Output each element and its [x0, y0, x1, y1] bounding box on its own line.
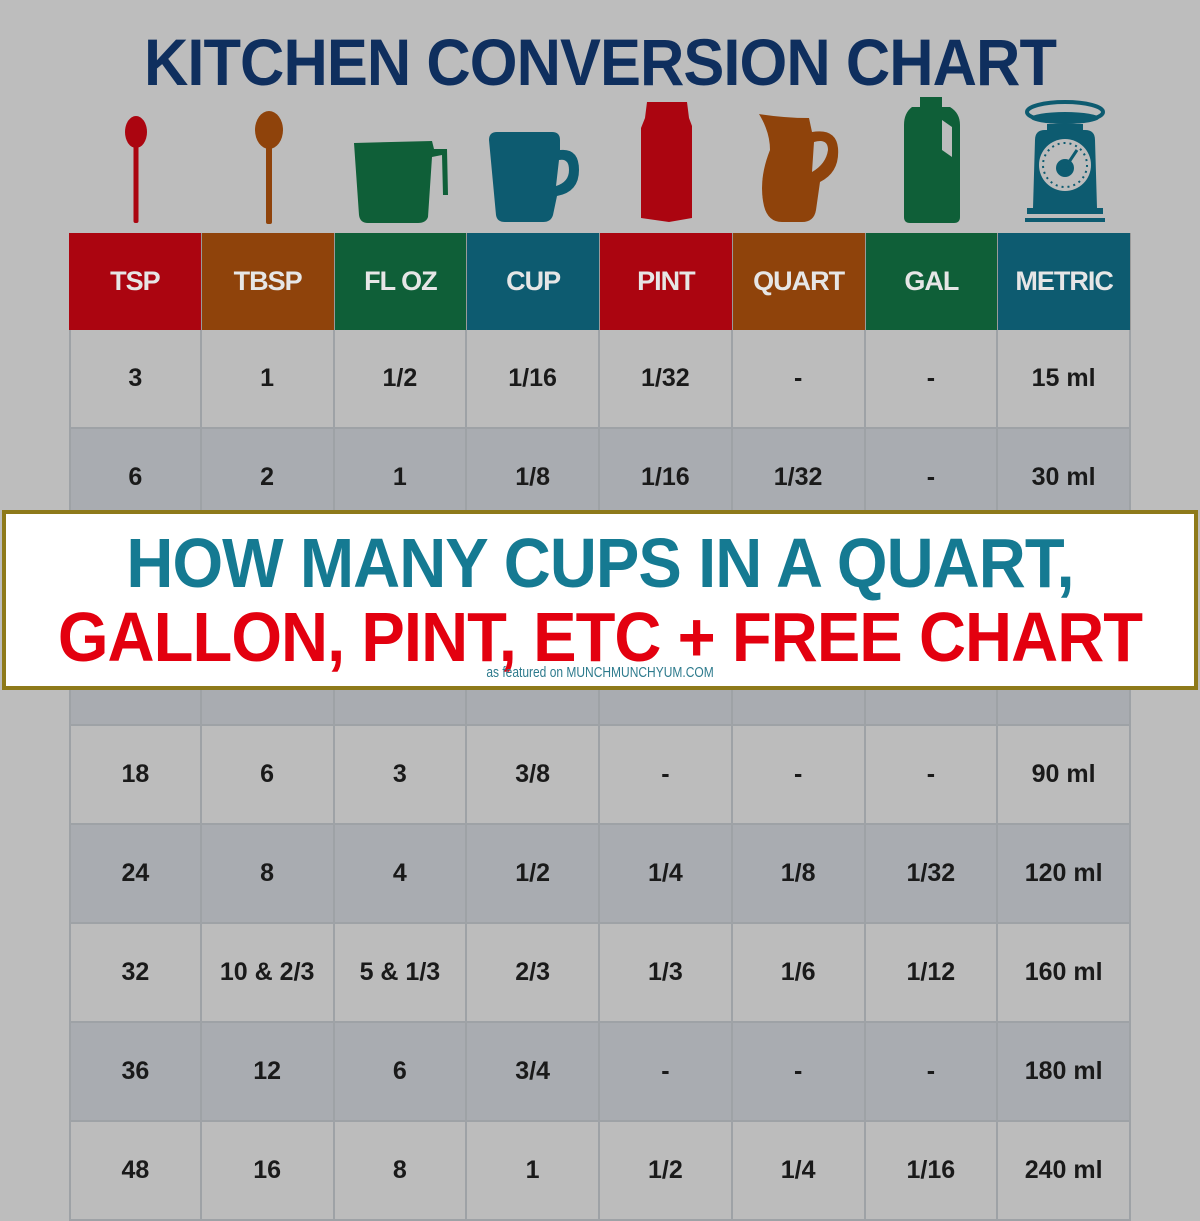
table-row: 48 16 8 1 1/2 1/4 1/16 240 ml [69, 1122, 1131, 1221]
table-cell: 1/32 [865, 825, 999, 924]
title-banner: HOW MANY CUPS IN A QUART, GALLON, PINT, … [2, 510, 1198, 690]
table-cell: - [600, 1023, 733, 1122]
teaspoon-icon [121, 115, 151, 225]
column-header: FL OZ [334, 233, 468, 330]
table-cell: 1/2 [600, 1122, 733, 1221]
table-cell: 1/4 [732, 1122, 866, 1221]
table-cell: 1/2 [334, 330, 468, 429]
table-cell: 1 [467, 1122, 600, 1221]
chart-title: KITCHEN CONVERSION CHART [143, 25, 1057, 99]
table-cell: - [865, 1023, 999, 1122]
banner-headline-line1: HOW MANY CUPS IN A QUART, [126, 524, 1074, 602]
table-cell: 32 [69, 924, 202, 1023]
table-cell: 1/3 [600, 924, 733, 1023]
column-header: GAL [865, 233, 999, 330]
table-cell: 120 ml [998, 825, 1131, 924]
table-cell: - [865, 726, 999, 825]
table-cell: 1/32 [600, 330, 733, 429]
conversion-table: TSP TBSP FL OZ CUP PINT QUART GAL METRIC 3 1 1/2 1… [69, 233, 1131, 1221]
table-cell: 8 [334, 1122, 468, 1221]
column-header: CUP [467, 233, 600, 330]
table-cell: - [600, 726, 733, 825]
table-cell: 48 [69, 1122, 202, 1221]
measuring-cup-icon [352, 135, 452, 225]
table-cell: - [732, 1023, 866, 1122]
table-cell: 10 & 2/3 [201, 924, 335, 1023]
table-row: 3 1 1/2 1/16 1/32- -15 ml [69, 330, 1131, 429]
table-cell: 5 & 1/3 [334, 924, 468, 1023]
table-cell: 240 ml [998, 1122, 1131, 1221]
table-cell: - [732, 330, 866, 429]
table-cell: 90 ml [998, 726, 1131, 825]
mug-icon [487, 130, 582, 225]
table-row: 18 6 3 3/8- - -90 ml [69, 726, 1131, 825]
table-cell: 1/16 [865, 1122, 999, 1221]
table-cell: 12 [201, 1023, 335, 1122]
jug-icon [902, 95, 962, 225]
kitchen-scale-icon [1025, 100, 1105, 225]
table-cell: - [865, 330, 999, 429]
column-header: TSP [69, 233, 202, 330]
tablespoon-icon [252, 110, 286, 225]
table-cell: 6 [201, 726, 335, 825]
table-cell: - [732, 726, 866, 825]
table-body: 3 1 1/2 1/16 1/32- -15 ml 6 2 1 1/8 1/16 1/32-30 ml… [69, 330, 1131, 1221]
table-cell: 1/8 [732, 825, 866, 924]
table-header-row: TSP TBSP FL OZ CUP PINT QUART GAL METRIC [69, 233, 1131, 330]
column-header: QUART [732, 233, 866, 330]
table-cell: 4 [334, 825, 468, 924]
table-cell: 1/4 [600, 825, 733, 924]
table-cell: 2/3 [467, 924, 600, 1023]
table-row: 24 8 4 1/2 1/4 1/8 1/32 120 ml [69, 825, 1131, 924]
table-cell: 16 [201, 1122, 335, 1221]
table-cell: 18 [69, 726, 202, 825]
table-row: 32 10 & 2/3 5 & 1/3 2/3 1/3 1/6 1/12 160 ml [69, 924, 1131, 1023]
banner-credit: as featured on MUNCHMUNCHYUM.COM [486, 664, 714, 681]
table-cell: 3/8 [467, 726, 600, 825]
column-header: METRIC [998, 233, 1131, 330]
table-cell: 8 [201, 825, 335, 924]
table-cell: 3 [69, 330, 202, 429]
table-cell: 1/2 [467, 825, 600, 924]
table-cell: 24 [69, 825, 202, 924]
pitcher-icon [754, 110, 844, 225]
table-cell: 160 ml [998, 924, 1131, 1023]
table-cell: 36 [69, 1023, 202, 1122]
table-cell: 180 ml [998, 1023, 1131, 1122]
table-cell: 15 ml [998, 330, 1131, 429]
table-cell: 6 [334, 1023, 468, 1122]
milk-carton-icon [639, 100, 694, 225]
table-row: 36 12 6 3/4- - -180 ml [69, 1023, 1131, 1122]
table-cell: 3/4 [467, 1023, 600, 1122]
column-header: PINT [600, 233, 733, 330]
table-cell: 1/12 [865, 924, 999, 1023]
column-header: TBSP [201, 233, 335, 330]
table-cell: 1 [201, 330, 335, 429]
table-cell: 1/6 [732, 924, 866, 1023]
table-cell: 1/16 [467, 330, 600, 429]
table-cell: 3 [334, 726, 468, 825]
